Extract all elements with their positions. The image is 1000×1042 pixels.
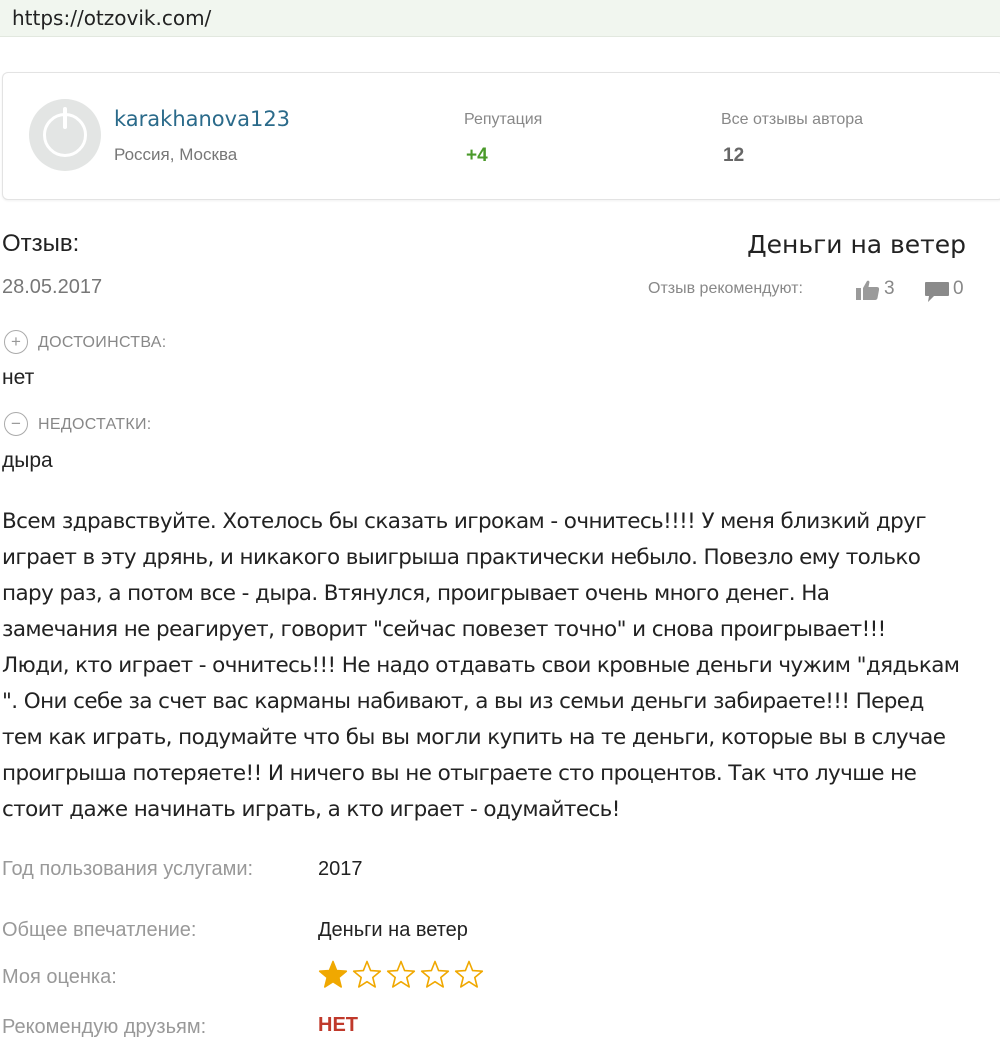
review-body-line: ". Они себе за счет вас карманы набивают… <box>2 689 924 714</box>
url-text[interactable]: https://otzovik.com/ <box>12 6 211 30</box>
plus-circle-icon: + <box>4 330 28 354</box>
rating-stars <box>318 960 488 996</box>
all-reviews-count-link[interactable]: 12 <box>723 145 744 167</box>
star-empty-icon <box>352 960 382 988</box>
thumbs-up-icon[interactable] <box>856 280 880 300</box>
minus-circle-icon: − <box>4 412 28 436</box>
author-username-link[interactable]: karakhanova123 <box>114 107 290 131</box>
star-filled-icon <box>318 960 348 988</box>
review-heading: Отзыв: <box>2 230 80 257</box>
star-empty-icon <box>454 960 484 988</box>
review-body-line: пару раз, а потом все - дыра. Втянулся, … <box>2 581 830 606</box>
comments-count: 0 <box>953 278 964 299</box>
review-body-line: Всем здравствуйте. Хотелось бы сказать и… <box>2 509 927 534</box>
avatar-bar-icon <box>63 107 67 129</box>
cons-label: НЕДОСТАТКИ: <box>38 416 152 433</box>
review-body-line: Люди, кто играет - очнитесь!!! Не надо о… <box>2 653 960 678</box>
avatar[interactable] <box>29 99 101 171</box>
author-card: karakhanova123 Россия, Москва Репутация … <box>2 72 1000 200</box>
usage-year-label: Год пользования услугами: <box>2 858 254 880</box>
review-body: Всем здравствуйте. Хотелось бы сказать и… <box>2 504 1000 828</box>
reputation-label: Репутация <box>464 111 543 128</box>
all-reviews-label: Все отзывы автора <box>721 111 864 128</box>
impression-value: Деньги на ветер <box>318 919 468 941</box>
review-body-line: стоит даже начинать играть, а кто играет… <box>2 797 620 822</box>
review-date: 28.05.2017 <box>2 276 103 298</box>
review-body-line: замечания не реагирует, говорит "сейчас … <box>2 617 886 642</box>
reputation-value: +4 <box>466 145 488 166</box>
pros-value: нет <box>2 366 35 389</box>
rating-label: Моя оценка: <box>2 966 117 988</box>
address-bar[interactable]: https://otzovik.com/ <box>0 0 1000 37</box>
recommend-friends-label: Рекомендую друзьям: <box>2 1016 207 1038</box>
review-title: Деньги на ветер <box>747 230 966 259</box>
recommend-label: Отзыв рекомендуют: <box>648 280 803 297</box>
pros-label: ДОСТОИНСТВА: <box>38 334 167 351</box>
review-body-line: тем как играть, подумайте что бы вы могл… <box>2 725 946 750</box>
star-empty-icon <box>420 960 450 988</box>
recommend-friends-value: НЕТ <box>318 1014 358 1036</box>
likes-count: 3 <box>884 278 895 299</box>
review-body-line: проигрыша потеряете!! И ничего вы не оты… <box>2 761 917 786</box>
author-location: Россия, Москва <box>114 145 238 164</box>
cons-value: дыра <box>2 449 53 472</box>
review-body-line: играет в эту дрянь, и никакого выигрыша … <box>2 545 921 570</box>
impression-label: Общее впечатление: <box>2 919 197 941</box>
comment-icon[interactable] <box>924 281 950 303</box>
usage-year-value: 2017 <box>318 858 363 880</box>
star-empty-icon <box>386 960 416 988</box>
